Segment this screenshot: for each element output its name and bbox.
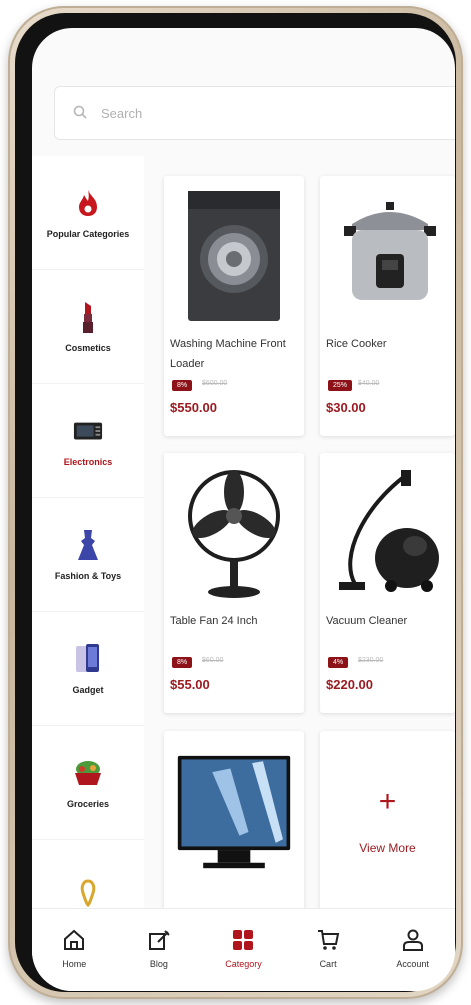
- product-card-rice-cooker[interactable]: Rice Cooker 25% $40.00 $30.00: [320, 176, 455, 436]
- view-more-label: View More: [359, 841, 416, 855]
- phone-icon: [73, 642, 103, 676]
- search-bar[interactable]: [54, 86, 455, 140]
- product-name: Table Fan 24 Inch: [170, 615, 258, 627]
- product-name: Washing Machine Front Loader: [170, 338, 286, 370]
- plus-icon: +: [378, 785, 397, 818]
- phone-frame: Popular Categories Cosmetics Electronics…: [8, 6, 463, 999]
- sidebar-item-electronics[interactable]: Electronics: [32, 384, 144, 498]
- sidebar-item-gadget[interactable]: Gadget: [32, 612, 144, 726]
- fire-icon: [73, 186, 103, 220]
- tab-category[interactable]: Category: [208, 927, 278, 969]
- app-screen: Popular Categories Cosmetics Electronics…: [32, 28, 455, 991]
- product-card-table-fan[interactable]: Table Fan 24 Inch 8% $60.00 $55.00: [164, 453, 304, 713]
- tab-blog[interactable]: Blog: [124, 927, 194, 969]
- tab-label: Category: [225, 959, 262, 969]
- tab-cart[interactable]: Cart: [293, 927, 363, 969]
- lipstick-icon: [73, 300, 103, 334]
- dress-icon: [73, 528, 103, 562]
- discount-badge: 8%: [172, 657, 193, 668]
- fan-icon: [176, 463, 292, 603]
- product-name: Vacuum Cleaner: [326, 615, 408, 627]
- old-price: $600.00: [202, 380, 228, 387]
- sidebar-item-label: Popular Categories: [46, 228, 130, 239]
- washing-machine-icon: [176, 186, 292, 326]
- product-price: $550.00: [170, 400, 217, 415]
- sidebar-item-label: Fashion & Toys: [54, 570, 122, 581]
- microwave-icon: [73, 414, 103, 448]
- product-card-television[interactable]: [164, 731, 304, 911]
- sidebar-item-label: Electronics: [63, 456, 113, 467]
- old-price: $40.00: [358, 380, 380, 387]
- television-icon: [176, 737, 292, 887]
- tab-label: Cart: [319, 959, 337, 969]
- product-price: $55.00: [170, 677, 210, 692]
- search-icon: [73, 105, 87, 122]
- ring-icon: [73, 876, 103, 910]
- cart-icon: [316, 927, 340, 953]
- sidebar-item-cosmetics[interactable]: Cosmetics: [32, 270, 144, 384]
- old-price: $230.00: [358, 657, 384, 664]
- product-card-vacuum-cleaner[interactable]: Vacuum Cleaner 4% $230.00 $220.00: [320, 453, 455, 713]
- rice-cooker-icon: [332, 186, 448, 326]
- sidebar-item-popular-categories[interactable]: Popular Categories: [32, 156, 144, 270]
- sidebar-item-label: Gadget: [72, 684, 104, 695]
- product-name: Rice Cooker: [326, 338, 387, 350]
- tab-label: Account: [396, 959, 429, 969]
- discount-badge: 25%: [328, 380, 353, 391]
- sidebar-item-groceries[interactable]: Groceries: [32, 726, 144, 840]
- sidebar-item-label: Cosmetics: [65, 342, 111, 353]
- tab-label: Home: [62, 959, 87, 969]
- grid-icon: [231, 927, 255, 953]
- product-price: $30.00: [326, 400, 366, 415]
- sidebar-item-fashion-toys[interactable]: Fashion & Toys: [32, 498, 144, 612]
- sidebar-item-label: Groceries: [66, 798, 110, 809]
- tab-label: Blog: [149, 959, 168, 969]
- blog-icon: [147, 927, 171, 953]
- account-icon: [401, 927, 425, 953]
- vacuum-icon: [332, 463, 448, 603]
- tab-home[interactable]: Home: [39, 927, 109, 969]
- view-more-card[interactable]: + View More: [320, 731, 455, 911]
- product-card-washing-machine[interactable]: Washing Machine Front Loader 8% $600.00 …: [164, 176, 304, 436]
- old-price: $60.00: [202, 657, 224, 664]
- home-icon: [62, 927, 86, 953]
- bottom-navigation: Home Blog Category Cart Account: [32, 908, 455, 991]
- search-input[interactable]: [99, 104, 403, 122]
- category-sidebar: Popular Categories Cosmetics Electronics…: [32, 156, 144, 954]
- product-price: $220.00: [326, 677, 373, 692]
- discount-badge: 8%: [172, 380, 193, 391]
- basket-icon: [73, 756, 103, 790]
- discount-badge: 4%: [328, 657, 349, 668]
- tab-account[interactable]: Account: [378, 927, 448, 969]
